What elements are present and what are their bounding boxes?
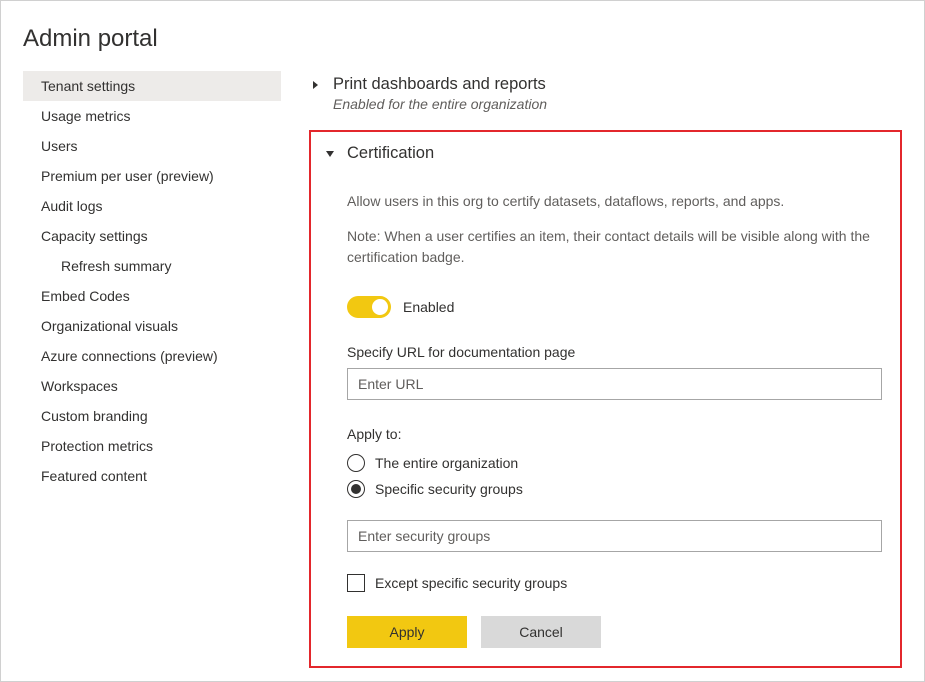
page-title: Admin portal [1,1,924,71]
sidebar-item-premium-per-user[interactable]: Premium per user (preview) [23,161,281,191]
radio-entire-organization[interactable]: The entire organization [347,450,882,476]
url-field-label: Specify URL for documentation page [347,344,882,360]
except-checkbox-row[interactable]: Except specific security groups [347,574,882,592]
toggle-label: Enabled [403,299,454,315]
documentation-url-input[interactable] [347,368,882,400]
sidebar-item-embed-codes[interactable]: Embed Codes [23,281,281,311]
sidebar-item-audit-logs[interactable]: Audit logs [23,191,281,221]
sidebar-item-users[interactable]: Users [23,131,281,161]
certification-description: Allow users in this org to certify datas… [347,191,882,212]
sidebar-item-featured-content[interactable]: Featured content [23,461,281,491]
sidebar-item-workspaces[interactable]: Workspaces [23,371,281,401]
radio-label: The entire organization [375,455,518,471]
setting-certification-header[interactable]: Certification [323,144,882,163]
setting-print-dashboards[interactable]: Print dashboards and reports Enabled for… [309,71,902,116]
sidebar-item-custom-branding[interactable]: Custom branding [23,401,281,431]
sidebar-item-protection-metrics[interactable]: Protection metrics [23,431,281,461]
checkbox-label: Except specific security groups [375,575,567,591]
setting-title: Print dashboards and reports [333,75,547,94]
setting-title: Certification [347,144,434,163]
main-content: Print dashboards and reports Enabled for… [281,71,902,668]
certification-note: Note: When a user certifies an item, the… [347,226,882,268]
toggle-knob [372,299,388,315]
radio-label: Specific security groups [375,481,523,497]
sidebar-item-organizational-visuals[interactable]: Organizational visuals [23,311,281,341]
caret-right-icon [309,78,323,92]
radio-specific-security-groups[interactable]: Specific security groups [347,476,882,502]
cancel-button[interactable]: Cancel [481,616,601,648]
certification-section: Certification Allow users in this org to… [309,130,902,668]
caret-down-icon [323,147,337,161]
sidebar-item-usage-metrics[interactable]: Usage metrics [23,101,281,131]
checkbox-icon [347,574,365,592]
radio-icon [347,454,365,472]
enabled-toggle[interactable] [347,296,391,318]
radio-icon [347,480,365,498]
setting-status: Enabled for the entire organization [333,96,547,112]
sidebar-item-refresh-summary[interactable]: Refresh summary [23,251,281,281]
apply-to-label: Apply to: [347,426,882,442]
sidebar-item-azure-connections[interactable]: Azure connections (preview) [23,341,281,371]
sidebar: Tenant settings Usage metrics Users Prem… [23,71,281,668]
security-groups-input[interactable] [347,520,882,552]
apply-button[interactable]: Apply [347,616,467,648]
sidebar-item-capacity-settings[interactable]: Capacity settings [23,221,281,251]
sidebar-item-tenant-settings[interactable]: Tenant settings [23,71,281,101]
